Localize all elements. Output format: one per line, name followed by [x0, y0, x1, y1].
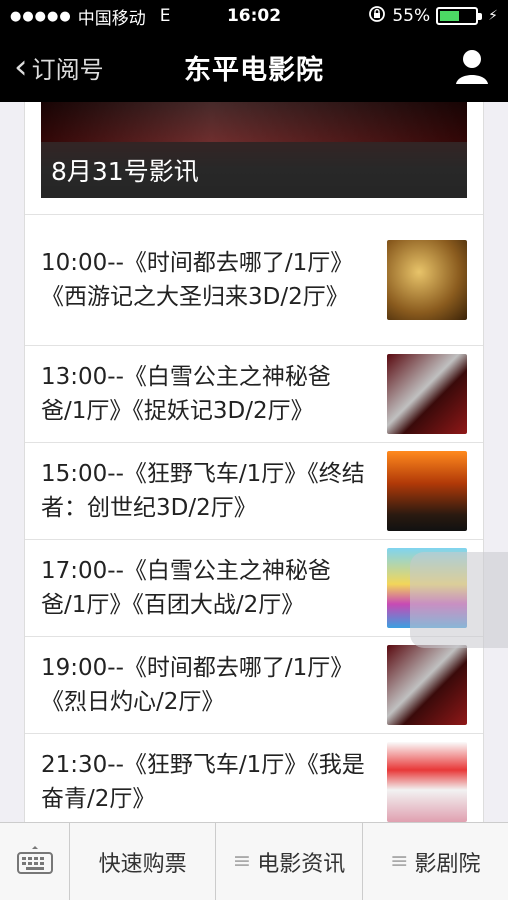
- charging-icon: ⚡: [488, 8, 498, 24]
- tab-label: 影剧院: [414, 851, 481, 877]
- schedule-text: 19:00--《时间都去哪了/1厅》《烈日灼心/2厅》: [41, 655, 354, 715]
- poster-thumbnail: [387, 645, 467, 725]
- banner-image[interactable]: 8月31号影讯: [41, 102, 467, 198]
- user-icon[interactable]: [454, 48, 490, 86]
- poster-thumbnail: [387, 354, 467, 434]
- nav-bar: ‹ 订阅号 东平电影院: [0, 32, 508, 102]
- article-content: 8月31号影讯 10:00--《时间都去哪了/1厅》《西游记之大圣归来3D/2厅…: [24, 102, 484, 822]
- list-item[interactable]: 15:00--《狂野飞车/1厅》《终结者：创世纪3D/2厅》: [25, 442, 483, 539]
- menu-icon: ≡: [232, 849, 252, 874]
- battery-icon: [436, 7, 483, 25]
- bottom-toolbar: 快速购票 ≡ 电影资讯 ≡ 影剧院: [0, 822, 508, 900]
- schedule-text: 21:30--《狂野飞车/1厅》《我是奋青/2厅》: [41, 752, 365, 812]
- list-item[interactable]: 13:00--《白雪公主之神秘爸爸/1厅》《捉妖记3D/2厅》: [25, 345, 483, 442]
- poster-thumbnail: [387, 451, 467, 531]
- banner-shade: [41, 102, 467, 142]
- page-title: 东平电影院: [184, 54, 324, 86]
- poster-thumbnail: [387, 240, 467, 320]
- rotation-lock-icon: [368, 5, 386, 28]
- tab-theater[interactable]: ≡ 影剧院: [363, 823, 508, 900]
- tab-quick-ticket[interactable]: 快速购票: [70, 823, 217, 900]
- schedule-text: 13:00--《白雪公主之神秘爸爸/1厅》《捉妖记3D/2厅》: [41, 364, 331, 424]
- tab-label: 电影资讯: [257, 851, 346, 877]
- status-bar: ●●●●● 中国移动 E 16:02 55% ⚡: [0, 0, 508, 32]
- keyboard-icon: [16, 845, 54, 879]
- list-item[interactable]: 19:00--《时间都去哪了/1厅》《烈日灼心/2厅》: [25, 636, 483, 733]
- signal-icon: ●●●●●: [10, 8, 72, 24]
- network-label: E: [159, 6, 171, 26]
- banner-caption: 8月31号影讯: [41, 142, 467, 198]
- back-button[interactable]: ‹ 订阅号: [0, 50, 104, 85]
- menu-icon: ≡: [390, 849, 409, 874]
- back-label: 订阅号: [31, 55, 104, 84]
- carrier-label: 中国移动: [77, 8, 146, 29]
- battery-level: [440, 11, 459, 21]
- tab-label: 快速购票: [98, 851, 187, 877]
- schedule-text: 10:00--《时间都去哪了/1厅》《西游记之大圣归来3D/2厅》: [41, 250, 354, 310]
- battery-percent: 55%: [392, 6, 431, 26]
- list-item[interactable]: 10:00--《时间都去哪了/1厅》《西游记之大圣归来3D/2厅》: [25, 214, 483, 345]
- keyboard-button[interactable]: [0, 823, 70, 900]
- schedule-list: 10:00--《时间都去哪了/1厅》《西游记之大圣归来3D/2厅》 13:00-…: [25, 214, 483, 822]
- assistive-touch-handle[interactable]: [410, 552, 508, 648]
- tab-movie-news[interactable]: ≡ 电影资讯: [216, 823, 363, 900]
- schedule-text: 17:00--《白雪公主之神秘爸爸/1厅》《百团大战/2厅》: [41, 558, 331, 618]
- status-time: 16:02: [226, 6, 282, 26]
- list-item[interactable]: 21:30--《狂野飞车/1厅》《我是奋青/2厅》: [25, 733, 483, 822]
- chevron-left-icon: ‹: [14, 47, 28, 87]
- schedule-text: 15:00--《狂野飞车/1厅》《终结者：创世纪3D/2厅》: [41, 461, 365, 521]
- poster-thumbnail: [387, 742, 467, 822]
